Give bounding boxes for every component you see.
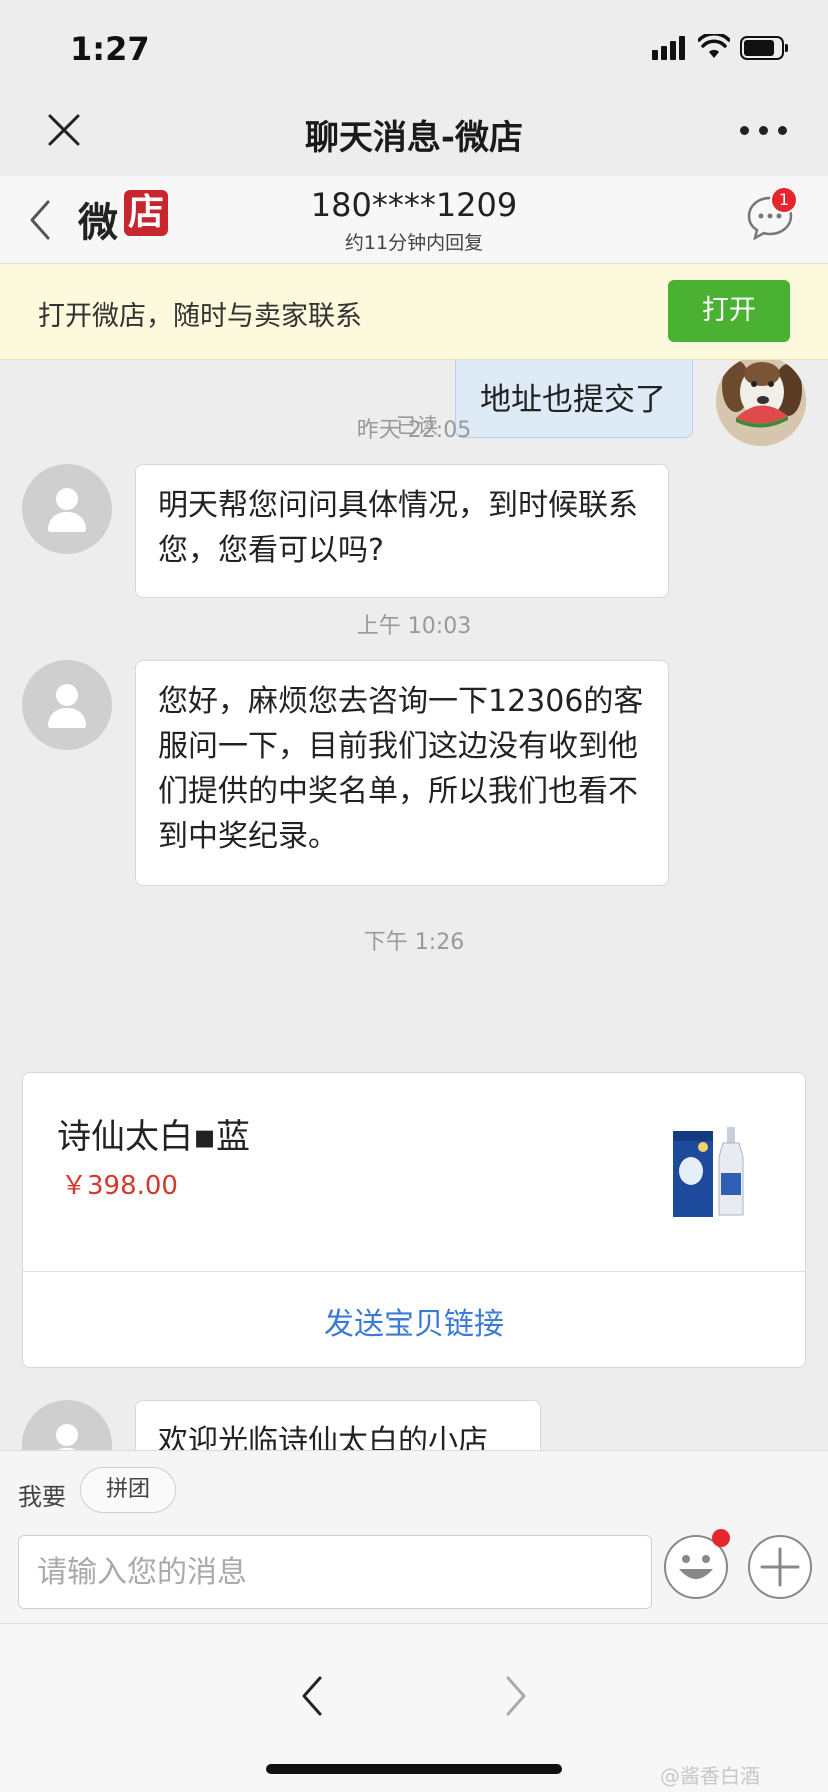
seller-avatar[interactable]	[22, 1400, 112, 1450]
message-composer: 我要 拼团	[0, 1450, 828, 1624]
timestamp: 昨天 22:05	[356, 418, 472, 443]
message-input[interactable]	[18, 1535, 652, 1609]
emoji-notification-dot	[712, 1529, 730, 1547]
chevron-left-icon[interactable]	[296, 1674, 328, 1718]
status-bar: 1:27	[0, 0, 828, 96]
timestamp: 上午 10:03	[356, 614, 472, 639]
incoming-message-text: 欢迎光临诗仙太白的小店	[158, 1424, 488, 1450]
seller-avatar[interactable]	[22, 464, 112, 554]
wifi-icon	[698, 34, 730, 58]
signal-icon	[652, 36, 688, 60]
chevron-right-icon[interactable]	[500, 1674, 532, 1718]
status-time: 1:27	[70, 30, 150, 68]
banner-text: 打开微店，随时与卖家联系	[38, 301, 362, 332]
seller-phone: 180****1209	[310, 186, 518, 224]
send-product-link-button[interactable]: 发送宝贝链接	[23, 1299, 805, 1343]
watermark: @酱香白酒	[660, 1764, 760, 1788]
incoming-message-text: 您好，麻烦您去咨询一下12306的客服问一下，目前我们这边没有收到他们提供的中奖…	[158, 684, 644, 854]
home-indicator[interactable]	[266, 1764, 562, 1774]
reply-time-hint: 约11分钟内回复	[344, 232, 484, 254]
open-app-button[interactable]: 打开	[668, 280, 790, 342]
browser-toolbar: @酱香白酒	[0, 1624, 828, 1792]
incoming-message-bubble: 您好，麻烦您去咨询一下12306的客服问一下，目前我们这边没有收到他们提供的中奖…	[135, 660, 669, 886]
chat-nav-bar: 微 店 180****1209 约11分钟内回复 1	[0, 176, 828, 264]
webview-header: 聊天消息-微店	[0, 96, 828, 176]
battery-icon	[740, 36, 788, 60]
unread-badge: 1	[770, 186, 798, 214]
page-title: 聊天消息-微店	[304, 118, 524, 158]
timestamp: 下午 1:26	[363, 930, 465, 955]
seller-avatar[interactable]	[22, 660, 112, 750]
product-price: ￥398.00	[61, 1171, 178, 1201]
incoming-message-bubble: 欢迎光临诗仙太白的小店	[135, 1400, 541, 1450]
product-card[interactable]: 诗仙太白▪蓝 ￥398.00 发送宝贝链接	[22, 1072, 806, 1368]
incoming-message-text: 明天帮您问问具体情况，到时候联系您，您看可以吗?	[158, 488, 638, 568]
more-icon[interactable]	[740, 126, 788, 138]
quick-action-label: 我要	[18, 1483, 66, 1511]
plus-icon[interactable]	[748, 1535, 812, 1599]
product-image	[673, 1127, 744, 1217]
incoming-message-bubble: 明天帮您问问具体情况，到时候联系您，您看可以吗?	[135, 464, 669, 598]
open-app-banner: 打开微店，随时与卖家联系 打开	[0, 264, 828, 360]
chat-area[interactable]: 已读 地址也提交了 昨天 22:05 明天帮您问问具体情况，到时候联系您，您看可…	[0, 360, 828, 1450]
product-name: 诗仙太白▪蓝	[57, 1117, 251, 1157]
card-divider	[23, 1271, 805, 1272]
group-buy-chip[interactable]: 拼团	[80, 1467, 176, 1513]
